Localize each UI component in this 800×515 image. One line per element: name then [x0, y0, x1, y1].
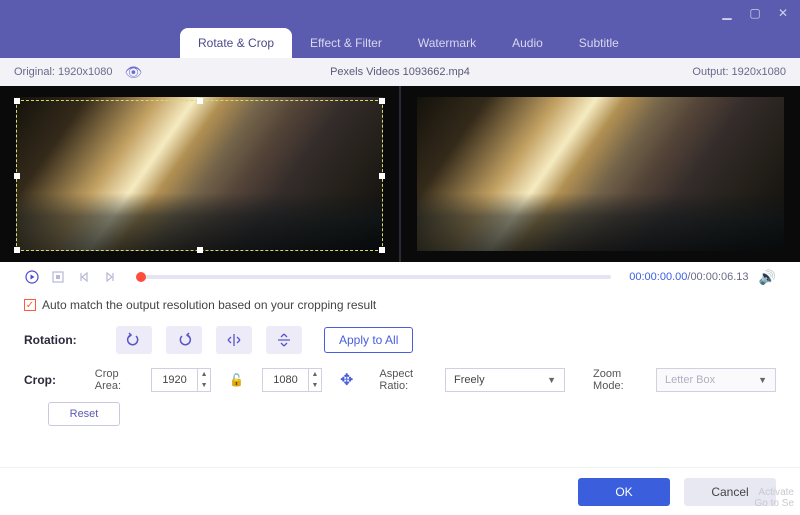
auto-match-checkbox[interactable]: ✓ [24, 299, 36, 311]
titlebar: ▁ ▢ ✕ [0, 0, 800, 26]
timeline-playhead[interactable] [136, 272, 146, 282]
footer: OK Cancel Activate Go to Se [0, 467, 800, 515]
crop-width-spinner[interactable]: ▲▼ [197, 368, 211, 392]
flip-horizontal-button[interactable] [216, 326, 252, 354]
time-display: 00:00:00.00/00:00:06.13 [629, 271, 748, 283]
close-button[interactable]: ✕ [776, 6, 790, 20]
crop-handle-sw[interactable] [14, 247, 20, 253]
tab-subtitle[interactable]: Subtitle [561, 28, 637, 58]
lock-aspect-icon[interactable]: 🔓 [229, 373, 244, 387]
current-time: 00:00:00.00 [629, 271, 687, 283]
tab-watermark[interactable]: Watermark [400, 28, 494, 58]
crop-height-input[interactable]: ▲▼ [262, 368, 322, 392]
rotate-cw-icon [176, 332, 192, 348]
tab-rotate-crop[interactable]: Rotate & Crop [180, 28, 292, 58]
apply-to-all-button[interactable]: Apply to All [324, 327, 413, 353]
ok-button[interactable]: OK [578, 478, 670, 506]
playback-bar: 00:00:00.00/00:00:06.13 🔊 [0, 262, 800, 292]
stop-button[interactable] [50, 269, 66, 285]
crop-selection-box[interactable] [16, 100, 383, 251]
zoom-mode-label: Zoom Mode: [593, 368, 638, 392]
editor-window: ▁ ▢ ✕ Rotate & Crop Effect & Filter Wate… [0, 0, 800, 515]
auto-match-row: ✓ Auto match the output resolution based… [24, 298, 776, 312]
reset-button[interactable]: Reset [48, 402, 120, 426]
next-frame-button[interactable] [102, 269, 118, 285]
filename-label: Pexels Videos 1093662.mp4 [330, 66, 470, 78]
flip-vertical-icon [276, 332, 292, 348]
tab-effect-filter[interactable]: Effect & Filter [292, 28, 400, 58]
minimize-button[interactable]: ▁ [720, 6, 734, 20]
controls-panel: ✓ Auto match the output resolution based… [0, 292, 800, 426]
preview-eye-icon[interactable]: 👁 [124, 64, 142, 81]
prev-frame-icon [78, 271, 90, 283]
rotate-ccw-icon [126, 332, 142, 348]
crop-handle-se[interactable] [379, 247, 385, 253]
timeline-track[interactable] [136, 275, 611, 279]
stop-icon [52, 271, 64, 283]
flip-vertical-button[interactable] [266, 326, 302, 354]
play-button[interactable] [24, 269, 40, 285]
zoom-mode-value: Letter Box [665, 374, 715, 386]
zoom-mode-select[interactable]: Letter Box ▼ [656, 368, 776, 392]
crop-area-label: Crop Area: [95, 368, 133, 392]
original-resolution-label: Original: 1920x1080 [14, 66, 112, 78]
rotate-ccw-button[interactable] [116, 326, 152, 354]
duration-time: 00:00:06.13 [690, 271, 748, 283]
aspect-ratio-select[interactable]: Freely ▼ [445, 368, 565, 392]
aspect-ratio-label: Aspect Ratio: [379, 368, 427, 392]
caret-down-icon: ▼ [758, 375, 767, 385]
output-media [417, 97, 784, 252]
watermark-line2: Go to Se [755, 498, 794, 509]
crop-height-field[interactable] [262, 368, 308, 392]
crop-handle-w[interactable] [14, 173, 20, 179]
output-resolution-label: Output: 1920x1080 [692, 66, 786, 78]
prev-frame-button[interactable] [76, 269, 92, 285]
crop-height-spinner[interactable]: ▲▼ [308, 368, 322, 392]
tab-audio[interactable]: Audio [494, 28, 561, 58]
watermark-line1: Activate [755, 487, 794, 498]
next-frame-icon [104, 271, 116, 283]
volume-icon[interactable]: 🔊 [759, 269, 776, 286]
source-preview-pane[interactable] [0, 86, 399, 262]
preview-area [0, 86, 800, 262]
rotation-label: Rotation: [24, 333, 102, 347]
info-bar: Original: 1920x1080 👁 Pexels Videos 1093… [0, 58, 800, 86]
tab-bar: Rotate & Crop Effect & Filter Watermark … [0, 26, 800, 58]
crop-row: Crop: Crop Area: ▲▼ 🔓 ▲▼ ✥ Aspect Ratio:… [24, 368, 776, 392]
aspect-ratio-value: Freely [454, 374, 485, 386]
maximize-button[interactable]: ▢ [748, 6, 762, 20]
play-icon [25, 270, 39, 284]
auto-match-label: Auto match the output resolution based o… [42, 298, 376, 312]
crop-handle-ne[interactable] [379, 98, 385, 104]
crop-width-input[interactable]: ▲▼ [151, 368, 211, 392]
crop-label: Crop: [24, 373, 81, 387]
caret-down-icon: ▼ [547, 375, 556, 385]
crop-handle-s[interactable] [197, 247, 203, 253]
rotate-cw-button[interactable] [166, 326, 202, 354]
output-preview-pane [401, 86, 800, 262]
activation-watermark: Activate Go to Se [755, 487, 794, 509]
rotation-row: Rotation: Apply to All [24, 326, 776, 354]
crop-handle-n[interactable] [197, 98, 203, 104]
flip-horizontal-icon [226, 332, 242, 348]
crop-width-field[interactable] [151, 368, 197, 392]
crop-handle-e[interactable] [379, 173, 385, 179]
center-crop-icon[interactable]: ✥ [340, 370, 353, 390]
crop-handle-nw[interactable] [14, 98, 20, 104]
